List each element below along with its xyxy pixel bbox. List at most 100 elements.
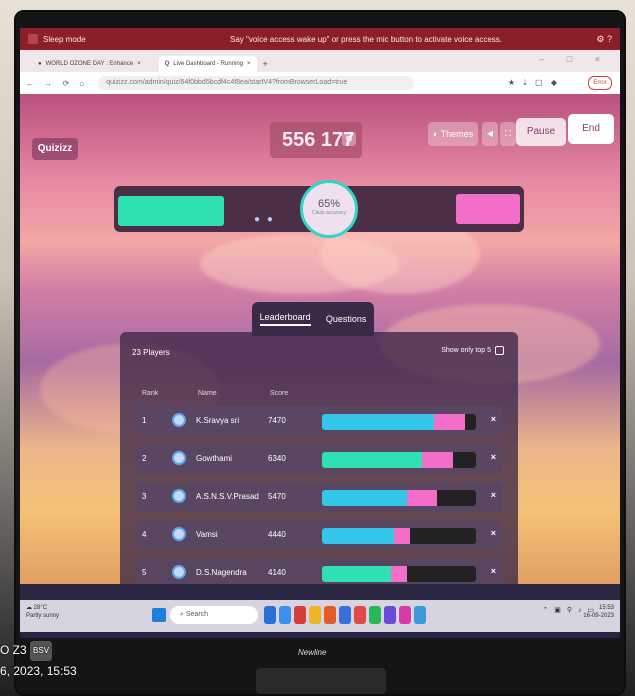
palette-icon: ◐: [432, 129, 439, 139]
rank-cell: 1: [142, 416, 147, 425]
rank-cell: 2: [142, 454, 147, 463]
leaderboard-row: 4 Vamsi 4440 ×: [136, 520, 502, 550]
quiz-header: Quizizz 556 177 ⧉ ◐ Themes ◀ ⛶ Pause End: [20, 94, 620, 162]
extension-icons[interactable]: ★ ⤓ ▢ ◆: [508, 78, 560, 88]
word-icon[interactable]: [339, 606, 351, 624]
quizizz-icon: Q: [164, 61, 170, 67]
accuracy-label: Class accuracy: [312, 210, 346, 216]
progress-correct-fill: [322, 414, 435, 430]
app-icon[interactable]: [294, 606, 306, 624]
overlay-badge: BSV: [30, 640, 53, 661]
remove-player-button[interactable]: ×: [491, 452, 496, 462]
remove-player-button[interactable]: ×: [491, 528, 496, 538]
url-field[interactable]: quizizz.com/admin/quiz/64f0bbd5bcdf4c4f8…: [98, 76, 415, 90]
avatar: [172, 413, 186, 427]
show-top5-label: Show only top 5: [441, 347, 491, 354]
pause-button[interactable]: Pause: [516, 118, 566, 146]
progress-correct-fill: [322, 452, 423, 468]
mic-icon[interactable]: [28, 34, 38, 44]
clock-date: 16-09-2023: [583, 613, 614, 619]
col-name: Name: [198, 390, 217, 397]
leaderboard-row: 5 D.S.Nagendra 4140 ×: [136, 558, 502, 584]
end-button[interactable]: End: [568, 114, 614, 144]
taskbar-apps: [264, 606, 426, 624]
progress-incorrect-fill: [434, 414, 466, 430]
class-accuracy-badge: 65% Class accuracy: [300, 180, 358, 238]
window-controls[interactable]: ‒ □ ×: [539, 54, 610, 64]
progress-incorrect-fill: [394, 528, 410, 544]
player-score: 7470: [268, 416, 286, 425]
progress-correct-fill: [322, 490, 407, 506]
app-icon[interactable]: [384, 606, 396, 624]
progress-bar: [322, 452, 476, 468]
chrome-icon[interactable]: [309, 606, 321, 624]
progress-bar: [322, 490, 476, 506]
player-name: Gowthami: [196, 454, 233, 463]
edge-icon[interactable]: [279, 606, 291, 624]
leaderboard-row: 1 K.Sravya sri 7470 ×: [136, 406, 502, 436]
whatsapp-icon[interactable]: [369, 606, 381, 624]
gear-icon: ⚙: [596, 33, 605, 44]
windows-start-icon[interactable]: [152, 608, 166, 622]
sleep-mode[interactable]: Sleep mode: [28, 34, 86, 44]
remove-player-button[interactable]: ×: [491, 490, 496, 500]
show-top5-toggle[interactable]: Show only top 5: [441, 346, 504, 355]
browser-tab-strip: ● WORLD OZONE DAY : Enhance × Q Live Das…: [20, 50, 620, 72]
leaderboard-tabs: Leaderboard Questions: [252, 302, 374, 336]
player-name: K.Sravya sri: [196, 416, 240, 425]
rank-cell: 4: [142, 530, 147, 539]
player-name: A.S.N.S.V.Prasad: [196, 492, 259, 501]
tab-world-ozone-day[interactable]: ● WORLD OZONE DAY : Enhance ×: [32, 56, 147, 72]
fullscreen-icon[interactable]: ⛶: [500, 122, 516, 146]
players-count: 23 Players: [132, 348, 170, 357]
player-name: D.S.Nagendra: [196, 568, 247, 577]
voice-bar-icons[interactable]: ⚙ ?: [596, 34, 612, 45]
avatar: [172, 527, 186, 541]
sound-icon[interactable]: ◀: [482, 122, 498, 146]
progress-bar: [322, 566, 476, 582]
progress-incorrect-fill: [391, 566, 407, 582]
app-icon[interactable]: [324, 606, 336, 624]
weather-desc: Partly sunny: [26, 613, 60, 619]
taskbar-search[interactable]: ⌕ Search: [170, 606, 258, 624]
new-tab-button[interactable]: +: [263, 56, 268, 72]
tab-questions[interactable]: Questions: [326, 314, 367, 324]
profile-error-badge[interactable]: Error: [588, 76, 612, 90]
player-score: 5470: [268, 492, 286, 501]
progress-correct-fill: [322, 528, 395, 544]
copy-icon[interactable]: ⧉: [342, 132, 356, 146]
checkbox[interactable]: [495, 346, 504, 355]
sleep-mode-label: Sleep mode: [43, 34, 86, 44]
app-icon[interactable]: [354, 606, 366, 624]
close-icon[interactable]: ×: [137, 61, 141, 67]
nav-buttons[interactable]: ← → ⟳ ⌂: [26, 79, 88, 88]
leaderboard-row: 3 A.S.N.S.V.Prasad 5470 ×: [136, 482, 502, 512]
app-icon[interactable]: [399, 606, 411, 624]
tab-live-dashboard[interactable]: Q Live Dashboard - Running ×: [158, 56, 257, 72]
progress-bar: [322, 528, 476, 544]
tab-label: Live Dashboard - Running: [173, 61, 244, 67]
overlay-camera-label: O Z3: [0, 643, 27, 657]
tab-leaderboard[interactable]: Leaderboard: [259, 312, 311, 326]
accuracy-correct-fill: [118, 196, 224, 226]
taskbar-clock[interactable]: 15:53 16-09-2023: [583, 604, 614, 620]
col-score: Score: [270, 390, 289, 397]
avatar: [172, 565, 186, 579]
avatar: [172, 451, 186, 465]
player-score: 4440: [268, 530, 286, 539]
tab-label: WORLD OZONE DAY : Enhance: [45, 61, 134, 67]
file-explorer-icon[interactable]: [264, 606, 276, 624]
close-icon[interactable]: ×: [247, 61, 251, 67]
app-icon[interactable]: [414, 606, 426, 624]
weather-icon: ☁: [26, 605, 32, 611]
search-icon: ⌕: [180, 611, 184, 618]
player-name: Vamsi: [196, 530, 218, 539]
quizizz-logo[interactable]: Quizizz: [32, 138, 78, 160]
progress-incorrect-fill: [422, 452, 453, 468]
themes-button[interactable]: ◐ Themes: [428, 122, 478, 146]
remove-player-button[interactable]: ×: [491, 414, 496, 424]
weather-widget[interactable]: ☁ 28°C Partly sunny: [26, 604, 59, 620]
photo-timestamp-overlay: O Z3 BSV 6, 2023, 15:53: [0, 640, 77, 681]
monitor-brand: Newline: [298, 648, 327, 657]
remove-player-button[interactable]: ×: [491, 566, 496, 576]
